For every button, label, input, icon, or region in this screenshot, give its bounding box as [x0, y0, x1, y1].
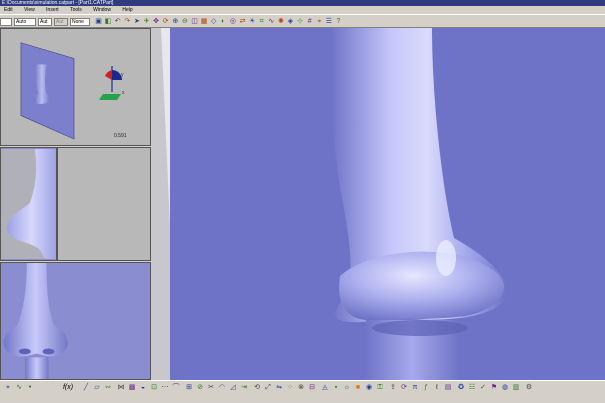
compass-icon[interactable]: ⌖: [315, 18, 324, 26]
menu-item-edit[interactable]: Edit: [4, 7, 13, 13]
knowledge-icon[interactable]: ✪: [457, 384, 465, 392]
nose-plane-thumbnail: [20, 42, 75, 140]
top-toolbar: Auto Aut Aut None ▣ ◧ ↶ ↷ ➤ ✈ ✥ ⟳ ⊕ ⊖ ◫ ▦ ◇ ◐ ◎ ⇄ ☀ ⌗ ∿ ✺ ◈ ⊹…: [0, 14, 605, 28]
line-weight-combo[interactable]: Aut: [38, 18, 52, 26]
translate-icon[interactable]: ⇥: [240, 384, 248, 392]
zoom-in-icon[interactable]: ⊕: [171, 18, 180, 26]
pad-icon[interactable]: ◧: [104, 18, 113, 26]
loft-icon[interactable]: ⌒: [172, 384, 180, 392]
color-combo[interactable]: [0, 18, 12, 26]
shading-icon[interactable]: ◐: [219, 18, 228, 26]
spec-icon[interactable]: ◍: [501, 384, 509, 392]
fill-icon[interactable]: ▩: [128, 384, 136, 392]
spline-icon[interactable]: ∾: [104, 384, 112, 392]
redo-icon[interactable]: ↷: [123, 18, 132, 26]
point-icon[interactable]: •: [26, 384, 34, 392]
pan-icon[interactable]: ✥: [152, 18, 161, 26]
pattern-icon[interactable]: ⁘: [286, 384, 294, 392]
section-icon[interactable]: ⊟: [308, 384, 316, 392]
grid-icon[interactable]: #: [305, 18, 314, 26]
normal-view-icon[interactable]: ◫: [190, 18, 199, 26]
analysis-icon[interactable]: ◬: [321, 384, 329, 392]
curve-icon[interactable]: ∿: [15, 384, 23, 392]
blend-icon[interactable]: ⋈: [117, 384, 125, 392]
compass-icon[interactable]: y x: [97, 62, 127, 107]
layer-combo[interactable]: None: [70, 18, 90, 26]
rotate-icon[interactable]: ⟲: [253, 384, 261, 392]
surface-icon[interactable]: ◒: [139, 384, 147, 392]
light-icon[interactable]: ✺: [276, 18, 285, 26]
trim-icon[interactable]: ✂: [207, 384, 215, 392]
settings-icon[interactable]: ⚙: [525, 384, 533, 392]
lock-icon[interactable]: ⚿: [376, 384, 384, 392]
fly-icon[interactable]: ✈: [142, 18, 151, 26]
tree-icon[interactable]: ☰: [324, 18, 333, 26]
svg-text:y: y: [121, 72, 124, 78]
menu-item-insert[interactable]: Insert: [46, 7, 59, 13]
fillet-icon[interactable]: ◠: [218, 384, 226, 392]
measure-icon[interactable]: ⌖: [4, 384, 12, 392]
menu-item-view[interactable]: View: [24, 7, 35, 13]
split-icon[interactable]: ⊘: [196, 384, 204, 392]
select-icon[interactable]: ➤: [132, 18, 141, 26]
boolean-icon[interactable]: ⊗: [297, 384, 305, 392]
check-icon[interactable]: ✓: [479, 384, 487, 392]
hide-show-icon[interactable]: ◎: [228, 18, 237, 26]
rotate-icon[interactable]: ⟳: [161, 18, 170, 26]
reaction-icon[interactable]: ⚑: [490, 384, 498, 392]
nose-side-profile: [1, 149, 56, 259]
design-table-icon[interactable]: ▤: [444, 384, 452, 392]
render-icon[interactable]: ☀: [248, 18, 257, 26]
formula-icon[interactable]: ƒ: [422, 384, 430, 392]
color-icon[interactable]: ▪: [332, 384, 340, 392]
menu-item-window[interactable]: Window: [93, 7, 111, 13]
join-icon[interactable]: ⊞: [185, 384, 193, 392]
transparency-combo[interactable]: Auto: [14, 18, 36, 26]
scale-readout: 0.591: [114, 133, 127, 139]
viewport-front[interactable]: [0, 262, 151, 380]
bottom-toolbar: ⌖ ∿ • ╱ ▱ ∾ ⋈ ▩ ◒ ⊡ ⋯ ⌒ ⊞ ⊘ ✂ ◠ ◿ ⇥ ⟲ ⤢ ⇋ ⁘ ⊗ ⊟ ◬ ▪ ☼ ■ ◉ ⚿ ⇪ ⟳ π ƒ ℓ ▤ ✪ ☷ ✓ ⚑…: [0, 380, 605, 403]
publish-icon[interactable]: ⇪: [389, 384, 397, 392]
orange-box-icon[interactable]: ■: [354, 384, 362, 392]
viewport-side-profile[interactable]: [0, 147, 57, 261]
analysis-icon[interactable]: ∿: [267, 18, 276, 26]
sweep-icon[interactable]: ⋯: [161, 384, 169, 392]
offset-icon[interactable]: ⊡: [150, 384, 158, 392]
plane-icon[interactable]: ▱: [93, 384, 101, 392]
line-icon[interactable]: ╱: [82, 384, 90, 392]
mirror-icon[interactable]: ⇋: [275, 384, 283, 392]
law-icon[interactable]: ℓ: [433, 384, 441, 392]
snap-icon[interactable]: ⊹: [296, 18, 305, 26]
help-icon[interactable]: ?: [334, 18, 343, 26]
parameter-icon[interactable]: π: [411, 384, 419, 392]
iso-view-icon[interactable]: ◇: [209, 18, 218, 26]
quick-view-icon[interactable]: ◉: [365, 384, 373, 392]
menu-item-tools[interactable]: Tools: [70, 7, 82, 13]
nose-front-thumbnail: [1, 263, 150, 379]
viewport-empty[interactable]: [57, 147, 151, 261]
measure-icon[interactable]: ⌗: [257, 18, 266, 26]
rule-icon[interactable]: ☷: [468, 384, 476, 392]
chamfer-icon[interactable]: ◿: [229, 384, 237, 392]
nose-model-main: [170, 28, 605, 380]
undo-icon[interactable]: ↶: [113, 18, 122, 26]
formula-button[interactable]: f(x): [60, 384, 76, 392]
svg-text:x: x: [122, 90, 125, 96]
scale-icon[interactable]: ⤢: [264, 384, 272, 392]
main-3d-viewport[interactable]: [170, 28, 605, 380]
sketch-icon[interactable]: ▣: [94, 18, 103, 26]
line-type-combo[interactable]: Aut: [54, 18, 68, 26]
render-icon[interactable]: ☼: [343, 384, 351, 392]
sync-icon[interactable]: ⟳: [400, 384, 408, 392]
viewport-isometric[interactable]: y x ⊥: [0, 28, 151, 161]
menu-item-help[interactable]: Help: [122, 7, 132, 13]
zoom-out-icon[interactable]: ⊖: [180, 18, 189, 26]
material-icon[interactable]: ◈: [286, 18, 295, 26]
multi-view-icon[interactable]: ▦: [200, 18, 209, 26]
catalog-icon[interactable]: ▥: [512, 384, 520, 392]
menu-bar: Edit View Insert Tools Window Help: [0, 6, 605, 14]
swap-icon[interactable]: ⇄: [238, 18, 247, 26]
